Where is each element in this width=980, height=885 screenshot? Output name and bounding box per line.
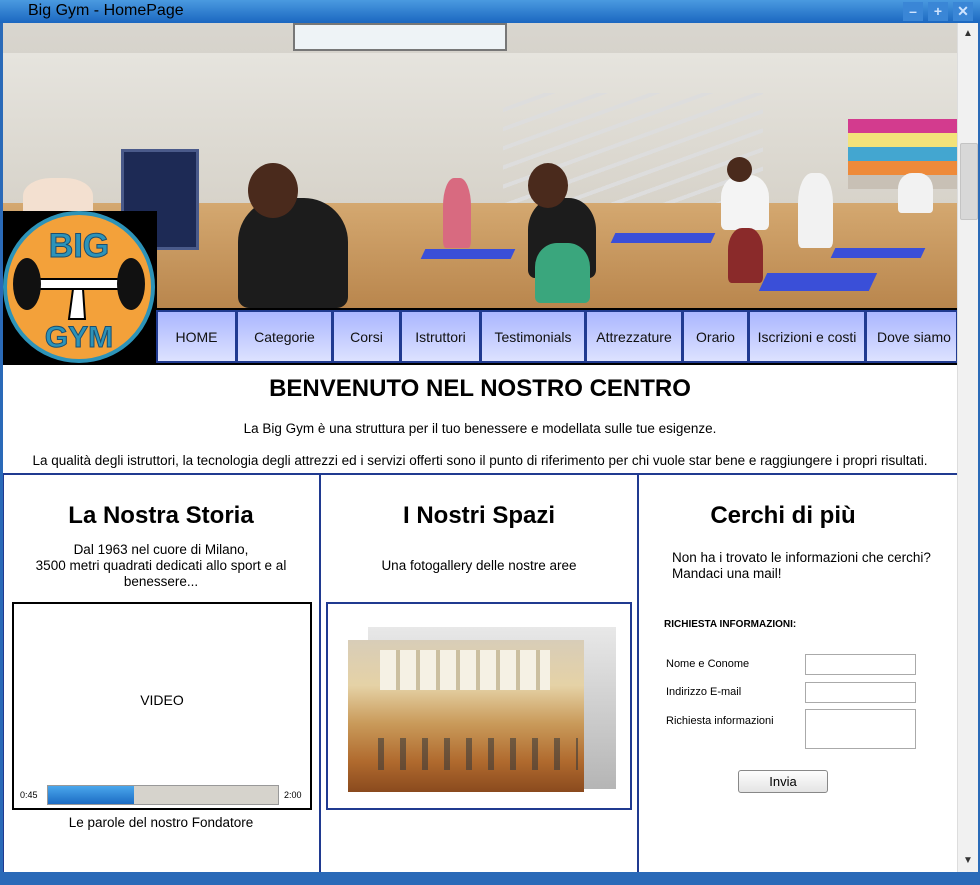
- welcome-title: BENVENUTO NEL NOSTRO CENTRO: [269, 375, 691, 402]
- vertical-scrollbar[interactable]: ▲ ▼: [957, 23, 978, 872]
- logo-text-top: BIG: [49, 227, 109, 265]
- main-nav: HOME Categorie Corsi Istruttori Testimon…: [156, 308, 957, 365]
- scroll-thumb[interactable]: [960, 143, 978, 220]
- name-input[interactable]: [805, 654, 916, 675]
- app-window: Big Gym - HomePage – + ✕ BIG GYM HOME Ca…: [0, 0, 980, 885]
- nav-item-orario[interactable]: Orario: [682, 310, 748, 363]
- request-textarea[interactable]: [805, 709, 916, 749]
- name-label: Nome e Conome: [666, 658, 750, 670]
- gallery-photo-front[interactable]: [348, 640, 584, 792]
- spazi-title: I Nostri Spazi: [402, 502, 556, 529]
- page-content: BIG GYM HOME Categorie Corsi Istruttori …: [3, 23, 957, 872]
- email-input[interactable]: [805, 682, 916, 703]
- video-progress-bar[interactable]: [47, 785, 279, 805]
- spazi-text: Una fotogallery delle nostre aree: [381, 558, 577, 573]
- storia-section: La Nostra Storia Dal 1963 nel cuore di M…: [3, 475, 319, 872]
- storia-title: La Nostra Storia: [68, 502, 254, 529]
- storia-text-3: benessere...: [123, 574, 199, 589]
- nav-item-istruttori[interactable]: Istruttori: [400, 310, 480, 363]
- nav-item-dove-siamo[interactable]: Dove siamo: [865, 310, 957, 363]
- contatti-title: Cerchi di più: [710, 502, 856, 529]
- storia-text-2: 3500 metri quadrati dedicati allo sport …: [35, 558, 287, 573]
- nav-item-categorie[interactable]: Categorie: [236, 310, 332, 363]
- photo-gallery[interactable]: [326, 602, 632, 810]
- logo-graphic: BIG GYM: [3, 211, 155, 363]
- nav-item-home[interactable]: HOME: [156, 310, 236, 363]
- storia-text-1: Dal 1963 nel cuore di Milano,: [73, 542, 249, 557]
- video-label: VIDEO: [140, 692, 184, 708]
- nav-item-corsi[interactable]: Corsi: [332, 310, 400, 363]
- welcome-line-2: La qualità degli istruttori, la tecnolog…: [32, 453, 928, 468]
- contatti-text-2: Mandaci una mail!: [672, 566, 782, 581]
- nav-item-iscrizioni[interactable]: Iscrizioni e costi: [748, 310, 865, 363]
- title-bar[interactable]: Big Gym - HomePage – + ✕: [0, 0, 980, 23]
- request-label: Richiesta informazioni: [666, 715, 774, 727]
- scroll-up-icon[interactable]: ▲: [958, 25, 978, 43]
- contatti-text-1: Non ha i trovato le informazioni che cer…: [672, 550, 931, 565]
- nav-item-testimonials[interactable]: Testimonials: [480, 310, 585, 363]
- video-progress-fill: [48, 786, 135, 804]
- welcome-line-1: La Big Gym è una struttura per il tuo be…: [243, 421, 717, 436]
- form-title: RICHIESTA INFORMAZIONI:: [664, 619, 797, 630]
- contatti-section: Cerchi di più Non ha i trovato le inform…: [639, 475, 957, 872]
- video-player[interactable]: VIDEO 0:45 2:00: [12, 602, 312, 810]
- nav-item-attrezzature[interactable]: Attrezzature: [585, 310, 682, 363]
- video-current-time: 0:45: [20, 790, 38, 800]
- close-button[interactable]: ✕: [953, 2, 973, 21]
- scroll-down-icon[interactable]: ▼: [958, 852, 978, 870]
- window-title: Big Gym - HomePage: [28, 2, 184, 19]
- spazi-section: I Nostri Spazi Una fotogallery delle nos…: [321, 475, 637, 872]
- logo-text-bottom: GYM: [45, 321, 113, 354]
- video-caption: Le parole del nostro Fondatore: [68, 815, 254, 830]
- big-gym-logo[interactable]: BIG GYM: [3, 211, 157, 365]
- send-button[interactable]: Invia: [738, 770, 828, 793]
- minimize-button[interactable]: –: [903, 2, 923, 21]
- email-label: Indirizzo E-mail: [666, 686, 742, 698]
- maximize-button[interactable]: +: [928, 2, 948, 21]
- video-total-time: 2:00: [284, 790, 302, 800]
